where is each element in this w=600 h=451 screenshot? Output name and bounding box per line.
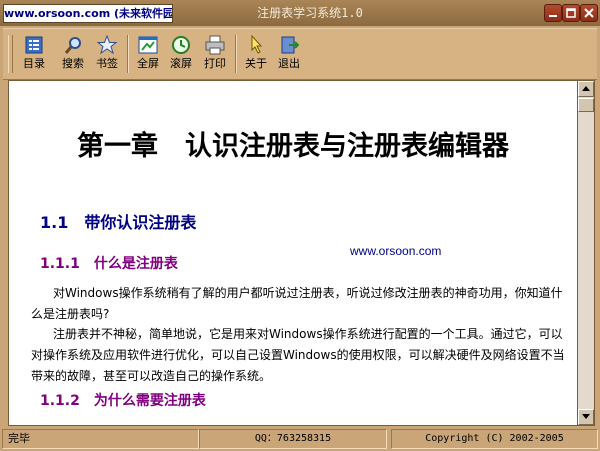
- maximize-button[interactable]: [562, 4, 580, 22]
- toolbar-grip[interactable]: [8, 35, 13, 73]
- autoscroll-button[interactable]: 滚屏: [165, 33, 197, 75]
- maximize-icon: [566, 8, 576, 18]
- contents-button[interactable]: 目录: [18, 33, 50, 75]
- fullscreen-label: 全屏: [137, 57, 159, 70]
- paragraph: 对Windows操作系统稍有了解的用户都听说过注册表，听说过修改注册表的神奇功用…: [31, 286, 563, 321]
- search-label: 搜索: [62, 57, 84, 70]
- exit-icon: [281, 36, 299, 54]
- toolbar-separator: [235, 35, 237, 73]
- fullscreen-icon: [138, 36, 158, 54]
- arrow-up-icon: [582, 86, 590, 91]
- exit-button[interactable]: 退出: [273, 33, 305, 75]
- toolbar-separator: [127, 35, 129, 73]
- status-qq: QQ：763258315: [199, 429, 387, 449]
- toolbar: 目录 搜索 书签 全屏 滚屏 打印 关于 退出: [3, 28, 597, 80]
- contents-icon: [25, 36, 43, 54]
- document-view[interactable]: 第一章 认识注册表与注册表编辑器 1.1 带你认识注册表 www.orsoon.…: [8, 80, 578, 426]
- close-icon: [584, 8, 594, 18]
- fullscreen-button[interactable]: 全屏: [132, 33, 164, 75]
- paragraph: 注册表并不神秘，简单地说，它是用来对Windows操作系统进行配置的一个工具。通…: [31, 327, 565, 383]
- status-text: 完毕: [2, 429, 199, 449]
- watermark-text: www.orsoon.com: [350, 244, 442, 258]
- status-bar: 完毕 QQ：763258315 Copyright (C) 2002-2005: [0, 427, 600, 451]
- bookmark-label: 书签: [96, 57, 118, 70]
- contents-label: 目录: [23, 57, 45, 70]
- bookmark-button[interactable]: 书签: [91, 33, 123, 75]
- arrow-down-icon: [582, 414, 590, 419]
- subsection-heading: 1.1.1 什么是注册表: [40, 256, 178, 272]
- print-button[interactable]: 打印: [199, 33, 231, 75]
- vertical-scrollbar[interactable]: [577, 80, 595, 426]
- section-heading: 1.1 带你认识注册表: [40, 213, 197, 232]
- printer-icon: [205, 35, 225, 55]
- about-icon: [251, 35, 263, 54]
- autoscroll-icon: [172, 36, 190, 54]
- minimize-button[interactable]: [544, 4, 562, 22]
- minimize-icon: [549, 15, 557, 17]
- status-copyright: Copyright (C) 2002-2005: [391, 429, 598, 449]
- title-bar[interactable]: www.orsoon.com (未来软件园) 注册表学习系统1.0: [0, 0, 600, 26]
- scroll-up-button[interactable]: [578, 81, 594, 97]
- about-label: 关于: [245, 57, 267, 70]
- close-button[interactable]: [580, 4, 598, 22]
- exit-label: 退出: [278, 57, 300, 70]
- window-title: 注册表学习系统1.0: [257, 6, 363, 20]
- autoscroll-label: 滚屏: [170, 57, 192, 70]
- search-icon: [64, 37, 81, 54]
- app-window: www.orsoon.com (未来软件园) 注册表学习系统1.0 目录 搜索 …: [0, 0, 600, 451]
- print-label: 打印: [204, 57, 226, 70]
- scroll-down-button[interactable]: [578, 409, 594, 425]
- chapter-title: 第一章 认识注册表与注册表编辑器: [77, 131, 509, 162]
- subsection-heading: 1.1.2 为什么需要注册表: [40, 393, 206, 409]
- bookmark-icon: [97, 35, 117, 55]
- scroll-thumb[interactable]: [578, 98, 594, 112]
- search-button[interactable]: 搜索: [57, 33, 89, 75]
- about-button[interactable]: 关于: [240, 33, 272, 75]
- site-badge[interactable]: www.orsoon.com (未来软件园): [3, 4, 173, 23]
